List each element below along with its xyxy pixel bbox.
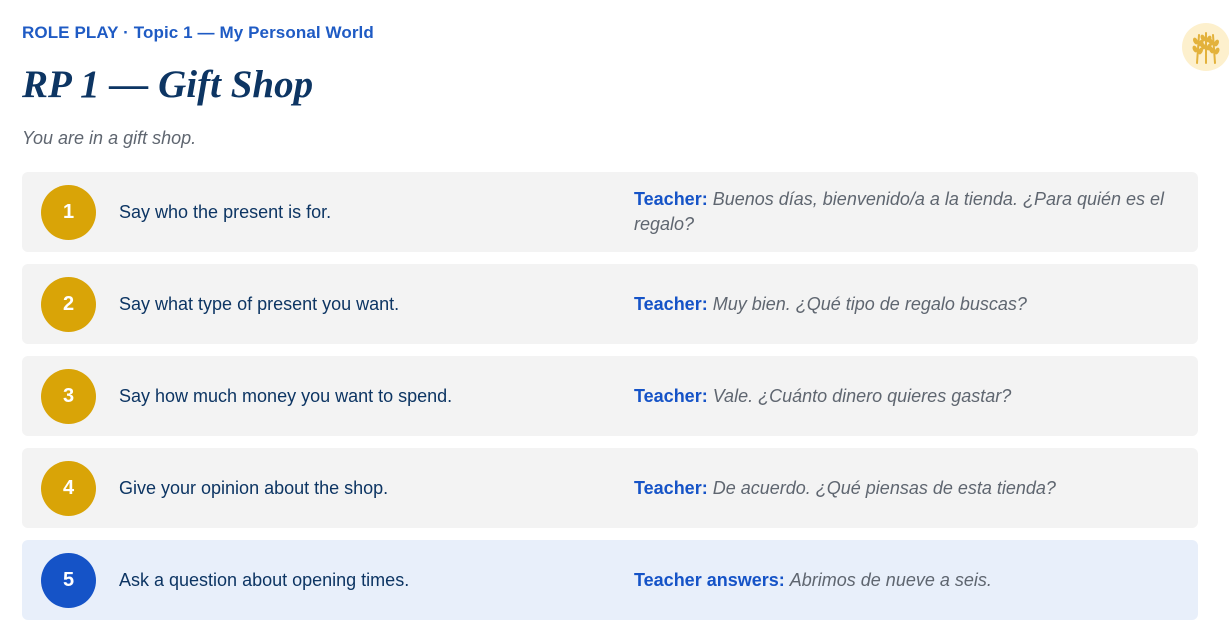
task-instruction: Say who the present is for.	[119, 201, 332, 222]
task-instruction: Say how much money you want to spend.	[119, 385, 453, 406]
task-row: 2 Say what type of present you want. Tea…	[22, 264, 1198, 344]
task-number-badge: 2	[41, 277, 96, 332]
task-instruction: Say what type of present you want.	[119, 293, 400, 314]
speaker-label: Teacher:	[634, 293, 708, 314]
task-row: 3 Say how much money you want to spend. …	[22, 356, 1198, 436]
task-instruction: Give your opinion about the shop.	[119, 477, 389, 498]
breadcrumb: ROLE PLAY · Topic 1 — My Personal World	[22, 23, 374, 43]
speaker-label: Teacher:	[634, 477, 708, 498]
breadcrumb-separator: ·	[118, 23, 134, 42]
task-row: 1 Say who the present is for. Teacher: B…	[22, 172, 1198, 252]
teacher-prompt: Teacher: Vale. ¿Cuánto dinero quieres ga…	[634, 356, 1179, 436]
teacher-line: Abrimos de nueve a seis.	[789, 569, 992, 590]
page-title: RP 1 — Gift Shop	[22, 63, 314, 106]
teacher-prompt: Teacher answers: Abrimos de nueve a seis…	[634, 540, 1179, 620]
speaker-label: Teacher:	[634, 189, 708, 209]
speaker-label: Teacher:	[634, 385, 708, 406]
task-number-badge: 4	[41, 461, 96, 516]
task-row: 5 Ask a question about opening times. Te…	[22, 540, 1198, 620]
wheat-icon	[1182, 23, 1229, 71]
teacher-prompt: Teacher: Buenos días, bienvenido/a a la …	[634, 172, 1179, 252]
task-number-badge: 5	[41, 553, 96, 608]
teacher-line: De acuerdo. ¿Qué piensas de esta tienda?	[712, 477, 1056, 498]
task-row: 4 Give your opinion about the shop. Teac…	[22, 448, 1198, 528]
teacher-line: Muy bien. ¿Qué tipo de regalo buscas?	[712, 293, 1027, 314]
task-number-badge: 1	[41, 185, 96, 240]
scenario-text: You are in a gift shop.	[22, 128, 197, 148]
teacher-line: Buenos días, bienvenido/a a la tienda. ¿…	[634, 189, 1165, 234]
task-instruction: Ask a question about opening times.	[119, 569, 410, 590]
section-label: ROLE PLAY	[22, 23, 119, 42]
task-number-badge: 3	[41, 369, 96, 424]
teacher-prompt: Teacher: Muy bien. ¿Qué tipo de regalo b…	[634, 264, 1179, 344]
teacher-prompt: Teacher: De acuerdo. ¿Qué piensas de est…	[634, 448, 1179, 528]
task-list: 1 Say who the present is for. Teacher: B…	[22, 172, 1198, 632]
teacher-line: Vale. ¿Cuánto dinero quieres gastar?	[712, 385, 1012, 406]
topic-label: Topic 1 — My Personal World	[133, 23, 374, 42]
speaker-label: Teacher answers:	[634, 569, 785, 590]
